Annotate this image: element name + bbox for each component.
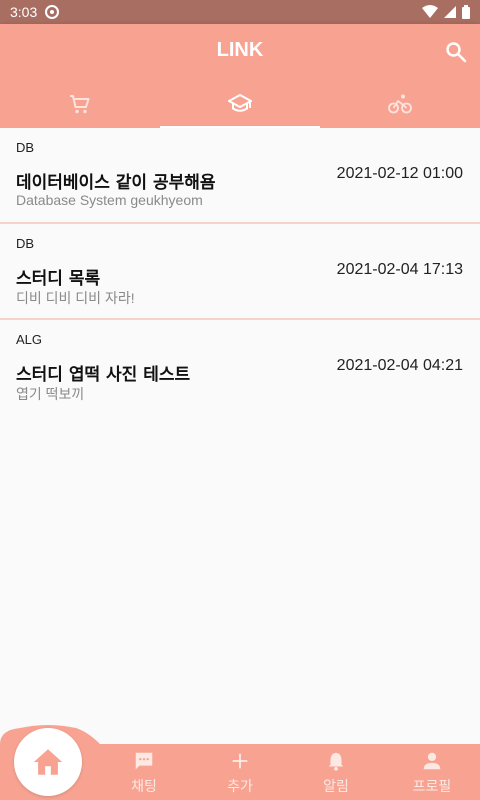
post-title: 데이터베이스 같이 공부해욤 <box>16 173 216 193</box>
chat-icon <box>135 752 153 770</box>
nav-chat-label: 채팅 <box>131 779 157 795</box>
nav-notifications[interactable]: 알림 <box>288 750 384 796</box>
tab-bar <box>0 80 480 128</box>
home-button[interactable] <box>14 728 82 796</box>
status-icons <box>422 5 470 19</box>
cart-icon <box>70 95 90 114</box>
post-date: 2021-02-04 17:13 <box>336 261 463 278</box>
nav-profile[interactable]: 프로필 <box>384 750 480 796</box>
post-category: DB <box>16 236 35 251</box>
nav-notifications-label: 알림 <box>323 779 349 795</box>
plus-icon <box>232 753 248 769</box>
home-icon <box>33 749 63 775</box>
post-item[interactable]: ALG 스터디 엽떡 사진 테스트 2021-02-04 04:21 엽기 떡보… <box>0 320 480 416</box>
tab-activity[interactable] <box>320 80 480 128</box>
tab-shopping[interactable] <box>0 80 160 128</box>
post-category: DB <box>16 140 35 155</box>
post-date: 2021-02-04 04:21 <box>336 357 463 374</box>
bell-icon <box>328 752 344 771</box>
post-date: 2021-02-12 01:00 <box>336 165 463 182</box>
graduation-cap-icon <box>228 94 252 112</box>
post-title: 스터디 엽떡 사진 테스트 <box>16 365 191 385</box>
battery-icon <box>462 5 470 19</box>
post-subtitle: 엽기 떡보끼 <box>16 386 85 402</box>
nav-chat[interactable]: 채팅 <box>96 750 192 796</box>
nav-add[interactable]: 추가 <box>192 750 288 796</box>
post-item[interactable]: DB 데이터베이스 같이 공부해욤 2021-02-12 01:00 Datab… <box>0 128 480 224</box>
status-time: 3:03 <box>10 4 38 20</box>
search-icon[interactable] <box>444 40 468 64</box>
signal-icon <box>444 6 456 18</box>
post-category: ALG <box>16 332 43 347</box>
post-item[interactable]: DB 스터디 목록 2021-02-04 17:13 디비 디비 디비 자라! <box>0 224 480 320</box>
post-subtitle: Database System geukhyeom <box>16 192 203 208</box>
app-title: LINK <box>216 39 264 61</box>
post-list: DB 데이터베이스 같이 공부해욤 2021-02-12 01:00 Datab… <box>0 128 480 416</box>
status-bar: 3:03 <box>0 0 480 24</box>
nav-profile-label: 프로필 <box>412 779 452 795</box>
person-icon <box>423 752 441 770</box>
post-title: 스터디 목록 <box>16 269 101 289</box>
wifi-icon <box>422 5 438 18</box>
app-bar: LINK <box>0 24 480 128</box>
tab-study[interactable] <box>160 80 320 128</box>
post-subtitle: 디비 디비 디비 자라! <box>16 290 135 306</box>
bicycle-icon <box>388 94 412 114</box>
sync-icon <box>45 5 60 19</box>
nav-add-label: 추가 <box>227 779 253 795</box>
